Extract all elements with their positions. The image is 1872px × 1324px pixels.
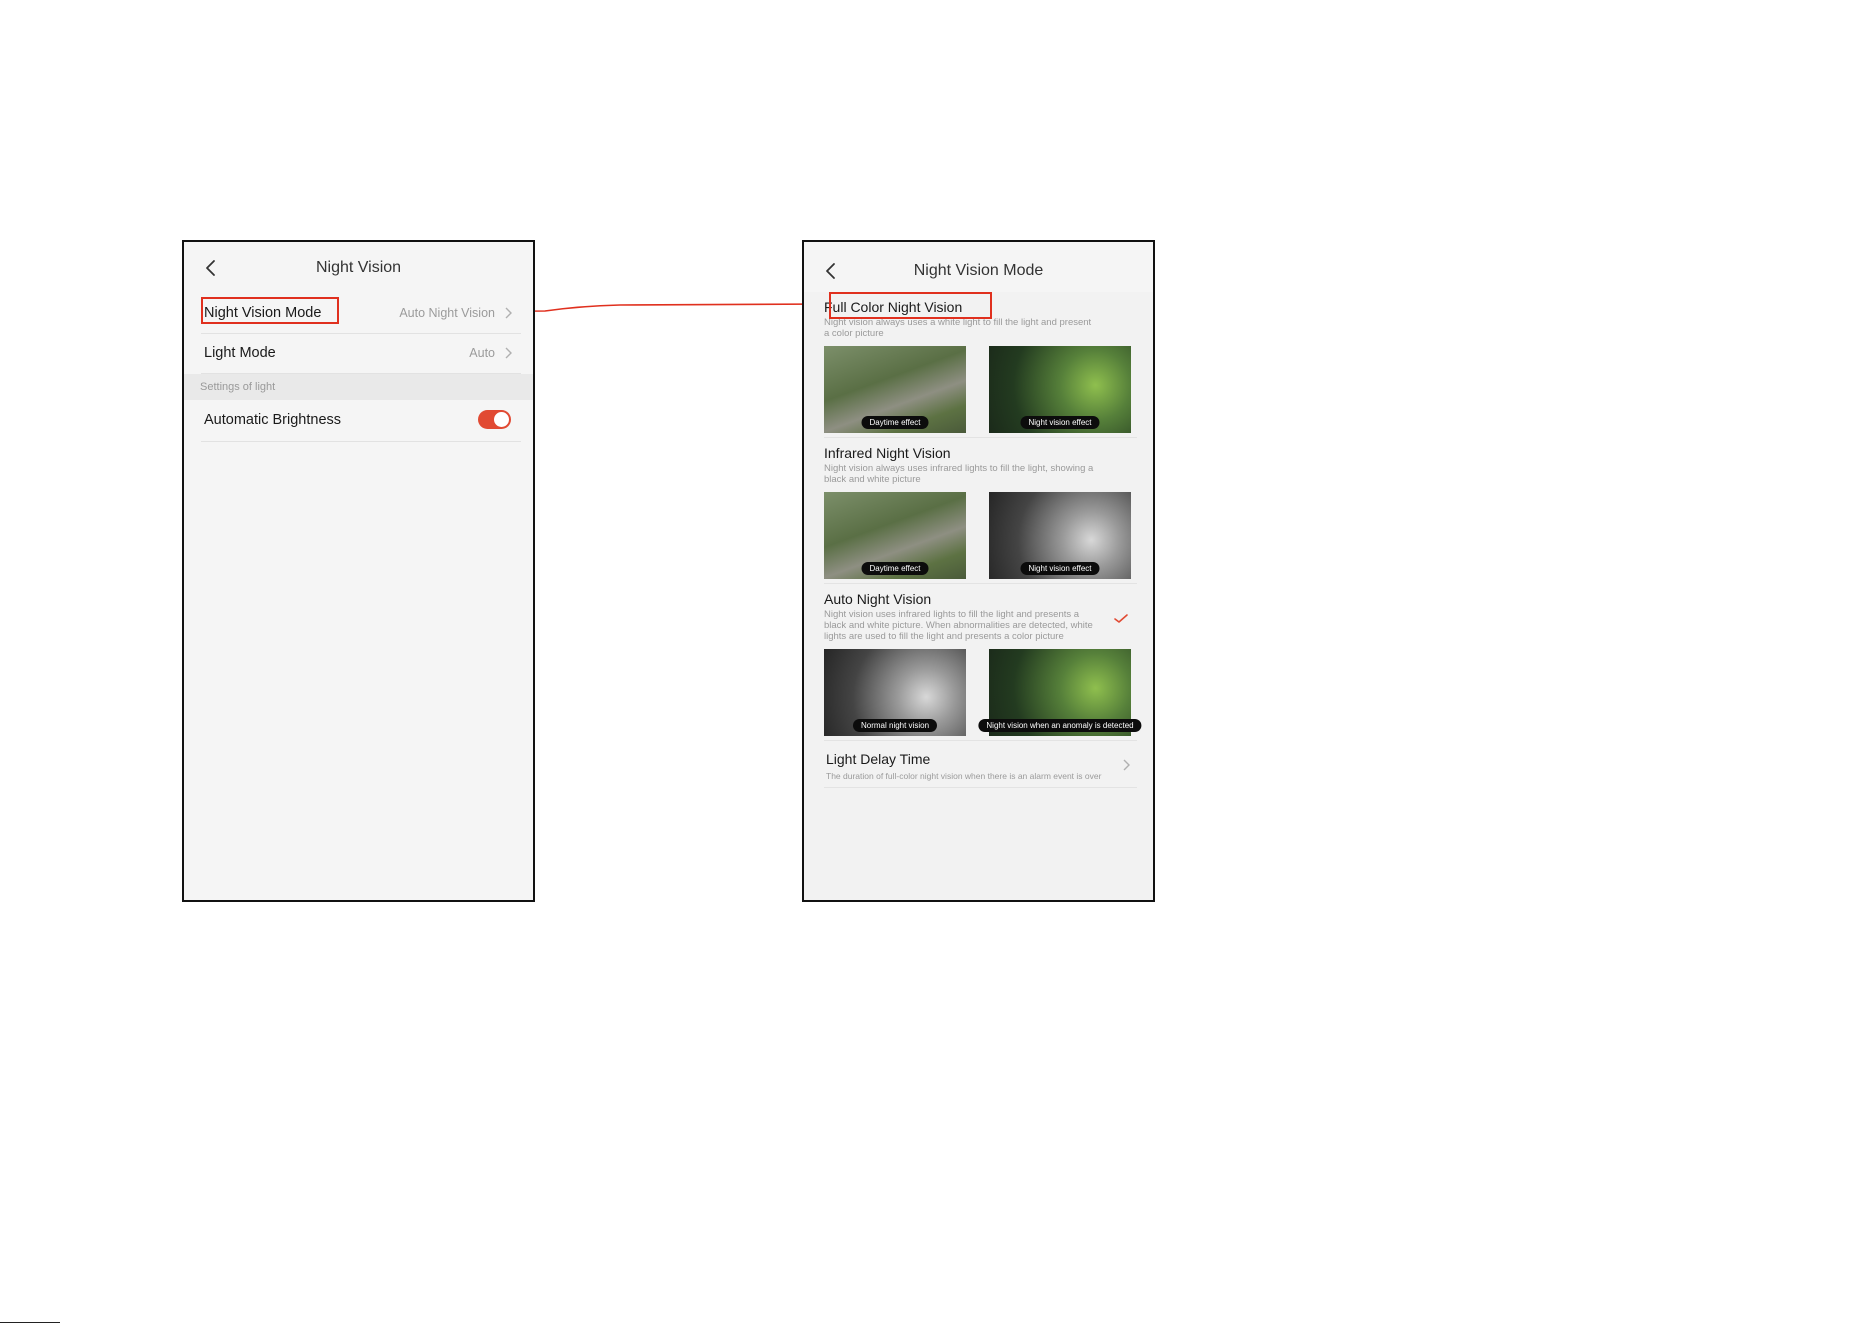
automatic-brightness-row: Automatic Brightness xyxy=(201,400,521,442)
mode-title: Auto Night Vision xyxy=(824,591,932,607)
night-preview-image: Night vision effect xyxy=(989,492,1131,579)
night-vision-mode-value: Auto Night Vision xyxy=(399,306,495,320)
mode-title: Infrared Night Vision xyxy=(824,445,951,461)
divider xyxy=(0,1322,60,1323)
toggle-knob xyxy=(494,412,509,427)
mode-list: Full Color Night Vision Night vision alw… xyxy=(804,292,1153,900)
preview-images: Daytime effect Night vision effect xyxy=(824,346,1131,433)
mode-description: Night vision uses infrared lights to fil… xyxy=(824,609,1093,642)
page-title: Night Vision Mode xyxy=(913,262,1044,279)
nav-bar: Night Vision xyxy=(184,242,533,294)
automatic-brightness-toggle[interactable] xyxy=(478,410,511,429)
page-title: Night Vision xyxy=(315,259,402,276)
chevron-right-icon xyxy=(1123,759,1130,771)
preview-caption: Normal night vision xyxy=(852,719,938,732)
normal-night-preview-image: Normal night vision xyxy=(824,649,966,736)
preview-caption: Daytime effect xyxy=(861,562,929,575)
light-mode-value: Auto xyxy=(469,346,495,360)
night-vision-mode-label: Night Vision Mode xyxy=(204,305,322,321)
night-vision-mode-row[interactable]: Night Vision Mode Auto Night Vision xyxy=(201,294,521,334)
preview-images: Daytime effect Night vision effect xyxy=(824,492,1131,579)
mode-option-auto[interactable]: Auto Night Vision Night vision uses infr… xyxy=(824,584,1142,741)
mode-option-infrared[interactable]: Infrared Night Vision Night vision alway… xyxy=(824,438,1137,584)
light-delay-time-row[interactable]: Light Delay Time The duration of full-co… xyxy=(824,741,1137,788)
mode-option-full-color[interactable]: Full Color Night Vision Night vision alw… xyxy=(824,292,1137,438)
automatic-brightness-label: Automatic Brightness xyxy=(204,412,342,428)
light-mode-row[interactable]: Light Mode Auto xyxy=(201,334,521,374)
daytime-preview-image: Daytime effect xyxy=(824,346,966,433)
mode-title: Full Color Night Vision xyxy=(824,299,963,315)
light-delay-title: Light Delay Time xyxy=(826,751,931,767)
nav-bar: Night Vision Mode xyxy=(804,242,1153,292)
preview-caption: Night vision effect xyxy=(1020,416,1100,429)
preview-images: Normal night vision Night vision when an… xyxy=(824,649,1142,736)
daytime-preview-image: Daytime effect xyxy=(824,492,966,579)
chevron-right-icon xyxy=(505,347,512,359)
mode-description: Night vision always uses infrared lights… xyxy=(824,463,1094,485)
night-vision-screen: Night Vision Night Vision Mode Auto Nigh… xyxy=(182,240,535,902)
light-delay-description: The duration of full-color night vision … xyxy=(826,771,1102,781)
preview-caption: Daytime effect xyxy=(861,416,929,429)
check-icon xyxy=(1114,614,1128,623)
night-vision-mode-screen: Night Vision Mode Full Color Night Visio… xyxy=(802,240,1155,902)
preview-caption: Night vision effect xyxy=(1020,562,1100,575)
section-header-light-settings: Settings of light xyxy=(184,374,533,400)
night-preview-image: Night vision effect xyxy=(989,346,1131,433)
chevron-right-icon xyxy=(505,307,512,319)
preview-caption: Night vision when an anomaly is detected xyxy=(978,719,1142,732)
mode-description: Night vision always uses a white light t… xyxy=(824,317,1092,339)
light-mode-label: Light Mode xyxy=(204,345,276,361)
anomaly-night-preview-image: Night vision when an anomaly is detected xyxy=(978,649,1142,736)
